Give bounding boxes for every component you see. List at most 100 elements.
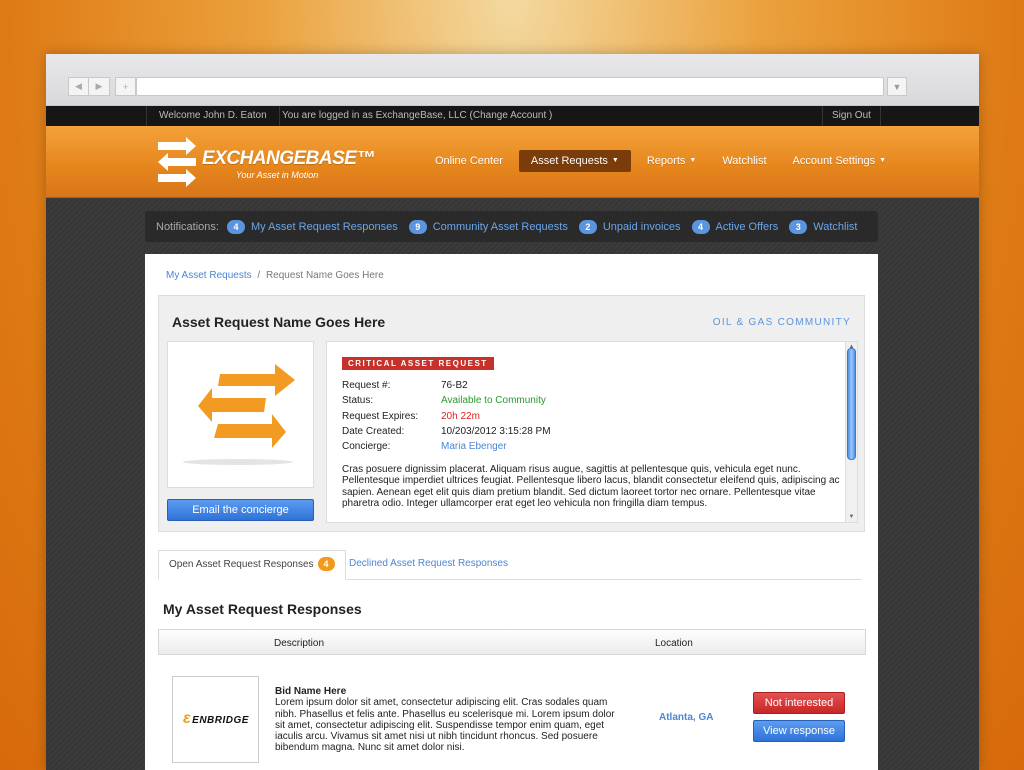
request-description: Cras posuere dignissim placerat. Aliquam… <box>342 464 840 509</box>
field-concierge: Concierge: Maria Ebenger <box>342 441 551 456</box>
forward-arrow-icon[interactable]: ▶ <box>89 77 110 96</box>
field-date-created: Date Created: 10/203/2012 3:15:28 PM <box>342 426 551 441</box>
logo-arrows-icon <box>158 137 196 187</box>
enbridge-logo: εENBRIDGE <box>183 710 249 728</box>
nav-label: Asset Requests <box>530 155 608 167</box>
request-image <box>167 341 314 488</box>
nav-label: Account Settings <box>792 155 876 167</box>
brand-tagline: Your Asset in Motion <box>236 170 319 180</box>
caret-down-icon: ▼ <box>611 157 619 165</box>
browser-chrome: ◀ ▶ + ▼ <box>46 54 979 106</box>
notifications-bar: Notifications: 4 My Asset Request Respons… <box>145 211 878 242</box>
notif-unpaid-invoices[interactable]: 2 Unpaid invoices <box>578 219 681 234</box>
status-value: Available to Community <box>441 395 546 407</box>
address-dropdown-icon[interactable]: ▼ <box>887 77 907 96</box>
nav-asset-requests[interactable]: Asset Requests ▼ <box>518 150 631 172</box>
request-info-box: CRITICAL ASSET REQUEST Request #: 76-B2 S… <box>326 341 858 523</box>
browser-window: ◀ ▶ + ▼ Welcome John D. Eaton You are lo… <box>46 54 979 770</box>
main-panel: My Asset Requests / Request Name Goes He… <box>145 254 878 770</box>
field-value: 10/203/2012 3:15:28 PM <box>441 425 551 437</box>
back-arrow-icon[interactable]: ◀ <box>68 77 89 96</box>
notif-label: Watchlist <box>813 220 858 233</box>
bid-name: Bid Name Here <box>275 686 347 697</box>
scroll-down-icon[interactable]: ▼ <box>846 512 857 522</box>
expires-value: 20h 22m <box>441 410 480 422</box>
breadcrumb: My Asset Requests / Request Name Goes He… <box>166 270 384 281</box>
view-response-button[interactable]: View response <box>753 720 845 742</box>
tab-open-responses[interactable]: Open Asset Request Responses 4 <box>158 550 346 580</box>
count-badge: 4 <box>317 557 335 571</box>
nav-online-center[interactable]: Online Center <box>425 150 513 172</box>
description-scrollbar[interactable]: ▲ ▼ <box>845 342 857 522</box>
enbridge-e-icon: ε <box>183 710 192 727</box>
nav-reports[interactable]: Reports ▼ <box>637 150 706 172</box>
field-request-number: Request #: 76-B2 <box>342 380 551 395</box>
count-badge: 4 <box>691 219 710 234</box>
count-badge: 4 <box>226 219 245 234</box>
nav-label: Reports <box>646 155 686 167</box>
request-title: Asset Request Name Goes Here <box>172 314 386 330</box>
column-description: Description <box>274 638 325 649</box>
response-tabs: Open Asset Request Responses 4 Declined A… <box>158 550 862 580</box>
bid-location-link[interactable]: Atlanta, GA <box>659 712 713 723</box>
brand-name: EXCHANGEBASE™ <box>202 148 375 169</box>
notif-asset-request-responses[interactable]: 4 My Asset Request Responses <box>226 219 398 234</box>
concierge-link[interactable]: Maria Ebenger <box>441 441 507 456</box>
notif-community-asset-requests[interactable]: 9 Community Asset Requests <box>408 219 568 234</box>
exchangebase-logo[interactable]: EXCHANGEBASE™ Your Asset in Motion <box>152 134 375 190</box>
tab-declined-responses[interactable]: Declined Asset Request Responses <box>339 550 518 580</box>
table-header: Description Location <box>158 629 866 655</box>
account-bar: Welcome John D. Eaton You are logged in … <box>46 106 979 126</box>
column-location: Location <box>655 638 693 649</box>
caret-down-icon: ▼ <box>879 157 887 165</box>
nav-account-settings[interactable]: Account Settings ▼ <box>783 150 897 172</box>
request-detail-box: Asset Request Name Goes Here OIL & GAS C… <box>158 295 865 532</box>
count-badge: 2 <box>578 219 597 234</box>
count-badge: 9 <box>408 219 427 234</box>
field-key: Concierge: <box>342 441 391 453</box>
site-header: EXCHANGEBASE™ Your Asset in Motion Onlin… <box>46 126 979 198</box>
count-badge: 3 <box>789 219 808 234</box>
table-row: Bid Name Here Lorem ipsum dolor sit amet… <box>275 686 625 754</box>
scrollbar-thumb[interactable] <box>847 348 856 460</box>
notif-active-offers[interactable]: 4 Active Offers <box>691 219 779 234</box>
notif-label: My Asset Request Responses <box>250 220 398 233</box>
responses-title: My Asset Request Responses <box>163 601 362 617</box>
breadcrumb-separator: / <box>257 270 261 281</box>
field-value: 76-B2 <box>441 380 468 391</box>
field-key: Date Created: <box>342 425 405 437</box>
email-concierge-button[interactable]: Email the concierge <box>167 499 314 521</box>
breadcrumb-current: Request Name Goes Here <box>265 270 384 281</box>
bid-description: Lorem ipsum dolor sit amet, consectetur … <box>275 697 615 754</box>
nav-watchlist[interactable]: Watchlist <box>712 150 776 172</box>
notif-label: Unpaid invoices <box>602 220 681 233</box>
address-bar[interactable] <box>136 77 884 96</box>
responder-logo: εENBRIDGE <box>172 676 259 763</box>
field-key: Request #: <box>342 380 391 391</box>
exchange-arrows-icon <box>183 364 295 465</box>
caret-down-icon: ▼ <box>689 157 697 165</box>
new-tab-icon[interactable]: + <box>115 77 136 96</box>
logo-text: ENBRIDGE <box>192 715 249 726</box>
field-key: Request Expires: <box>342 410 419 422</box>
nav-label: Online Center <box>435 155 503 167</box>
community-link[interactable]: OIL & GAS COMMUNITY <box>713 317 851 328</box>
field-expires: Request Expires: 20h 22m <box>342 411 551 426</box>
notif-label: Active Offers <box>715 220 779 233</box>
tab-label: Open Asset Request Responses <box>169 559 314 570</box>
notif-label: Community Asset Requests <box>432 220 568 233</box>
main-nav: Online Center Asset Requests ▼ Reports ▼ W… <box>425 150 902 172</box>
not-interested-button[interactable]: Not interested <box>753 692 845 714</box>
logged-in-text[interactable]: You are logged in as ExchangeBase, LLC (… <box>282 106 552 126</box>
tab-label: Declined Asset Request Responses <box>349 558 508 569</box>
nav-label: Watchlist <box>722 155 767 167</box>
notifications-label: Notifications: <box>156 220 219 233</box>
breadcrumb-parent-link[interactable]: My Asset Requests <box>166 270 252 281</box>
notif-watchlist[interactable]: 3 Watchlist <box>789 219 858 234</box>
request-fields: Request #: 76-B2 Status: Available to Comm… <box>342 380 551 456</box>
field-status: Status: Available to Community <box>342 395 551 410</box>
sign-out-link[interactable]: Sign Out <box>822 106 881 126</box>
welcome-text: Welcome John D. Eaton <box>146 106 280 126</box>
critical-badge: CRITICAL ASSET REQUEST <box>342 357 494 370</box>
browser-nav-buttons: ◀ ▶ + <box>68 77 136 96</box>
